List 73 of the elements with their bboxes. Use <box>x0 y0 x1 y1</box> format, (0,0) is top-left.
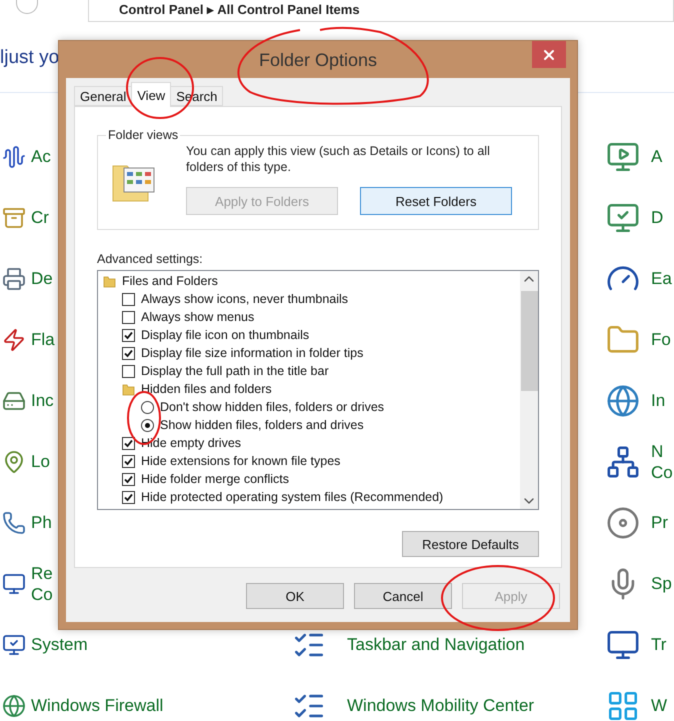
dialog-button[interactable]: OK <box>246 583 344 609</box>
setting-label: Don't show hidden files, folders or drives <box>160 400 384 414</box>
network-icon <box>606 444 640 478</box>
section-label: Advanced settings: <box>97 252 204 266</box>
scrollbar[interactable] <box>520 271 538 509</box>
radio-button[interactable] <box>141 418 154 432</box>
checkbox[interactable] <box>122 472 135 486</box>
control-panel-item[interactable]: N Co <box>651 440 673 482</box>
control-panel-item[interactable]: Windows Mobility Center <box>347 695 534 716</box>
dialog-button[interactable]: Cancel <box>354 583 452 609</box>
setting-label: Display file size information in folder tips <box>141 346 364 360</box>
control-panel-item[interactable]: Lo <box>31 451 50 472</box>
control-panel-item[interactable]: Fo <box>651 329 671 350</box>
setting-label: Hide protected operating system files (Recommended) <box>141 490 444 504</box>
checkbox[interactable] <box>122 292 135 306</box>
cabinet-icon <box>2 206 26 230</box>
control-panel-item[interactable]: Inc <box>31 390 54 411</box>
control-panel-item[interactable]: Ea <box>651 268 672 289</box>
setting-label: Hide extensions for known file types <box>141 454 340 468</box>
checkbox[interactable] <box>122 310 135 324</box>
control-panel-item[interactable]: W <box>651 695 668 716</box>
control-panel-item[interactable]: Tr <box>651 634 666 655</box>
dialog-title: Folder Options <box>258 50 378 71</box>
restore-defaults-button[interactable]: Restore Defaults <box>402 531 539 557</box>
control-panel-item[interactable]: Re Co <box>31 562 53 604</box>
folder-icon <box>122 382 135 396</box>
control-panel-item[interactable]: Taskbar and Navigation <box>347 634 525 655</box>
setting-label: Show hidden files, folders and drives <box>160 418 364 432</box>
globe-icon <box>2 694 26 718</box>
control-panel-item[interactable]: De <box>31 268 53 289</box>
checkbox[interactable] <box>122 364 135 378</box>
folder-icon <box>103 274 116 288</box>
control-panel-item[interactable]: A <box>651 146 662 167</box>
page-heading: ljust yo <box>0 46 60 70</box>
control-panel-item[interactable]: In <box>651 390 666 411</box>
control-panel-item[interactable]: Sp <box>651 573 672 594</box>
setting-label: Hide folder merge conflicts <box>141 472 289 486</box>
control-panel-item[interactable]: Windows Firewall <box>31 695 164 716</box>
description-text: You can apply this view (such as Details or Icons) to all folders of this type. <box>186 143 491 175</box>
tab[interactable]: View <box>131 82 172 107</box>
group-title: Folder views <box>107 128 180 142</box>
radio-button[interactable] <box>141 400 154 414</box>
checkbox[interactable] <box>122 436 135 450</box>
disc-icon <box>606 506 640 540</box>
control-panel-item[interactable]: System <box>31 634 88 655</box>
setting-label: Always show menus <box>141 310 254 324</box>
globe-icon <box>606 384 640 418</box>
control-panel-item[interactable]: Ph <box>31 512 52 533</box>
setting-label: Files and Folders <box>122 274 218 288</box>
folder-view-button[interactable]: Reset Folders <box>360 187 512 215</box>
address-bar[interactable]: Control Panel ▸ All Control Panel Items <box>88 0 674 22</box>
tab[interactable]: General <box>74 86 132 106</box>
setting-label: Display the full path in the title bar <box>141 364 329 378</box>
checkbox[interactable] <box>122 346 135 360</box>
setting-label: Hidden files and folders <box>141 382 272 396</box>
printer-icon <box>2 266 26 290</box>
lightning-icon <box>2 328 26 352</box>
wave-icon <box>2 144 26 168</box>
setting-label: Always show icons, never thumbnails <box>141 292 348 306</box>
control-panel-item[interactable]: Pr <box>651 512 668 533</box>
control-panel-item[interactable]: Cr <box>31 207 49 228</box>
control-panel-item[interactable]: D <box>651 207 664 228</box>
map-pin-icon <box>2 450 26 474</box>
close-button[interactable] <box>532 41 566 68</box>
control-panel-item[interactable]: Ac <box>31 146 51 167</box>
checkbox[interactable] <box>122 490 135 504</box>
checkbox[interactable] <box>122 454 135 468</box>
setting-label: Display file icon on thumbnails <box>141 328 310 342</box>
monitor-check-icon <box>2 632 26 656</box>
monitor-icon <box>2 572 26 596</box>
checkbox[interactable] <box>122 328 135 342</box>
phone-icon <box>2 510 26 534</box>
control-panel-item[interactable]: Fla <box>31 329 55 350</box>
